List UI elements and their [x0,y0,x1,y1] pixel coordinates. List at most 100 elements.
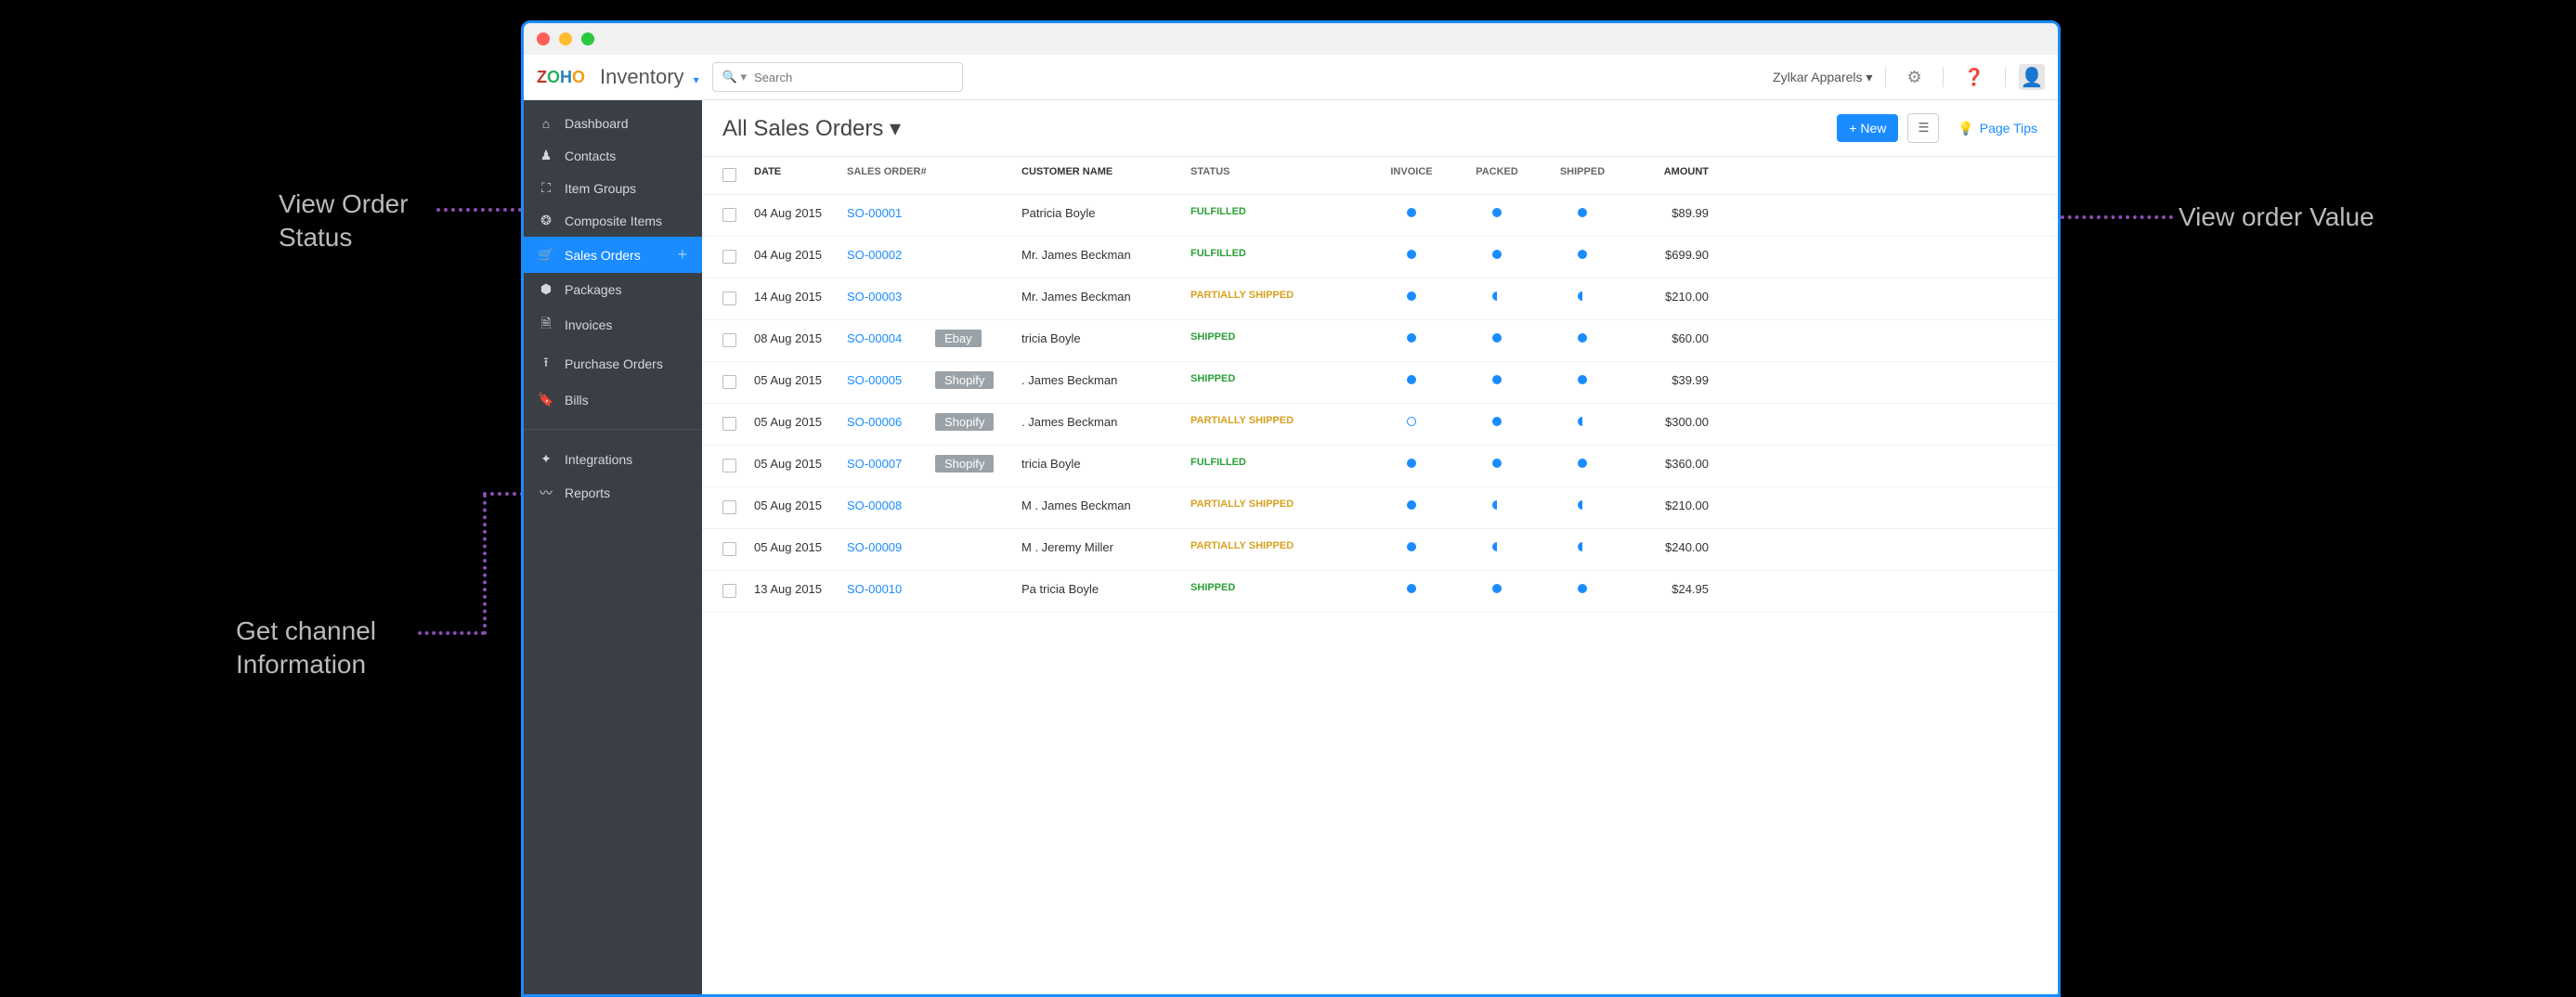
cell-date: 05 Aug 2015 [754,373,847,387]
row-checkbox[interactable] [722,208,736,222]
table-row[interactable]: 13 Aug 2015SO-00010Pa tricia BoyleSHIPPE… [702,571,2058,613]
so-link[interactable]: SO-00002 [847,248,902,262]
page-title[interactable]: All Sales Orders ▾ [722,115,901,142]
minimize-traffic-light[interactable] [559,32,572,45]
cell-packed [1454,248,1540,262]
sidebar-item-reports[interactable]: 〰Reports [524,475,702,511]
so-link[interactable]: SO-00005 [847,373,902,387]
row-checkbox[interactable] [722,333,736,347]
sidebar-item-invoices[interactable]: 🗎Invoices [524,305,702,344]
so-link[interactable]: SO-00009 [847,540,902,554]
maximize-traffic-light[interactable] [581,32,594,45]
sidebar-item-packages[interactable]: ⬢Packages [524,273,702,305]
new-button[interactable]: + New [1837,114,1898,142]
select-all-checkbox[interactable] [722,168,736,182]
sidebar-item-contacts[interactable]: ♟Contacts [524,139,702,172]
row-checkbox[interactable] [722,417,736,431]
so-link[interactable]: SO-00004 [847,331,902,345]
table-row[interactable]: 05 Aug 2015SO-00008M . James BeckmanPART… [702,487,2058,529]
callout-value: View order Value [2179,201,2374,234]
table-row[interactable]: 05 Aug 2015SO-00005 Shopify . James Beckma… [702,362,2058,404]
sidebar-item-composite-items[interactable]: ❂ Composite Items [524,204,702,237]
cell-customer: tricia Boyle [1021,331,1190,345]
sidebar-item-label: Purchase Orders [565,356,663,371]
cell-shipped [1540,206,1625,220]
col-amount[interactable]: AMOUNT [1625,166,1729,185]
col-shipped[interactable]: SHIPPED [1540,166,1625,185]
gear-icon[interactable]: ⚙ [1906,68,1921,87]
table-row[interactable]: 05 Aug 2015SO-00009M . Jeremy MillerPART… [702,529,2058,571]
callout-channel: Get channelInformation [236,615,376,682]
so-link[interactable]: SO-00006 [847,415,902,429]
cell-amount: $60.00 [1625,331,1729,345]
cell-customer: Patricia Boyle [1021,206,1190,220]
avatar[interactable]: 👤 [2019,64,2045,90]
sidebar-icon: ⭱ [539,353,553,375]
table-row[interactable]: 14 Aug 2015SO-00003Mr. James BeckmanPART… [702,278,2058,320]
org-switcher[interactable]: Zylkar Apparels ▾ [1773,70,1872,85]
col-status[interactable]: STATUS [1190,166,1369,185]
connector-channel-h1 [418,631,485,635]
sidebar-item-dashboard[interactable]: ⌂Dashboard [524,108,702,139]
channel-badge: Shopify [935,413,994,431]
sidebar-item-label: Contacts [565,149,616,163]
col-so[interactable]: SALES ORDER# [847,166,1021,185]
cell-amount: $89.99 [1625,206,1729,220]
plus-icon[interactable]: + [677,245,687,265]
sidebar-icon: ❂ [539,213,553,228]
brand-name[interactable]: Inventory ▾ [600,65,699,89]
col-date[interactable]: DATE [754,166,847,185]
so-link[interactable]: SO-00007 [847,457,902,471]
so-link[interactable]: SO-00008 [847,498,902,512]
cell-so: SO-00008 [847,498,1021,512]
col-invoice[interactable]: INVOICE [1369,166,1454,185]
cell-invoice [1369,373,1454,387]
page-tips-link[interactable]: 💡Page Tips [1958,121,2037,136]
sidebar-icon: ✦ [539,451,553,467]
cell-so: SO-00010 [847,582,1021,596]
row-checkbox[interactable] [722,375,736,389]
cell-amount: $300.00 [1625,415,1729,429]
so-link[interactable]: SO-00003 [847,290,902,304]
cell-date: 04 Aug 2015 [754,248,847,262]
col-packed[interactable]: PACKED [1454,166,1540,185]
row-checkbox[interactable] [722,291,736,305]
cell-so: SO-00002 [847,248,1021,262]
cell-date: 08 Aug 2015 [754,331,847,345]
row-checkbox[interactable] [722,584,736,598]
so-link[interactable]: SO-00001 [847,206,902,220]
sidebar-item-purchase-orders[interactable]: ⭱ Purchase Orders [524,344,702,383]
sidebar-item-sales-orders[interactable]: 🛒Sales Orders+ [524,237,702,273]
so-link[interactable]: SO-00010 [847,582,902,596]
cell-customer: . James Beckman [1021,373,1190,387]
table-row[interactable]: 08 Aug 2015SO-00004Ebaytricia BoyleSHIPP… [702,320,2058,362]
row-checkbox[interactable] [722,500,736,514]
search-input[interactable]: 🔍 ▾ [712,62,963,92]
cell-shipped [1540,290,1625,304]
row-checkbox[interactable] [722,459,736,473]
sidebar-item-label: Composite Items [565,214,662,228]
table-row[interactable]: 05 Aug 2015SO-00007Shopifytricia BoyleFU… [702,446,2058,487]
table-row[interactable]: 04 Aug 2015SO-00001Patricia BoyleFULFILL… [702,195,2058,237]
sidebar-icon: 〰 [539,484,553,502]
cell-status: PARTIALLY SHIPPED [1190,498,1369,510]
cell-date: 05 Aug 2015 [754,457,847,471]
list-view-button[interactable]: ☰ [1907,113,1939,143]
table-row[interactable]: 04 Aug 2015SO-00002Mr. James BeckmanFULF… [702,237,2058,278]
row-checkbox[interactable] [722,542,736,556]
channel-badge: Shopify [935,455,994,473]
sidebar-item-item-groups[interactable]: ⛶Item Groups [524,172,702,204]
channel-badge: Shopify [935,371,994,389]
cell-customer: Mr. James Beckman [1021,290,1190,304]
sidebar-item-bills[interactable]: 🔖Bills [524,383,702,416]
col-customer[interactable]: CUSTOMER NAME [1021,166,1190,185]
sidebar-item-integrations[interactable]: ✦Integrations [524,443,702,475]
table-row[interactable]: 05 Aug 2015SO-00006Shopify. James Beckma… [702,404,2058,446]
cell-amount: $240.00 [1625,540,1729,554]
cell-customer: Pa tricia Boyle [1021,582,1190,596]
cell-packed [1454,498,1540,512]
lightbulb-icon: 💡 [1958,121,1973,136]
row-checkbox[interactable] [722,250,736,264]
close-traffic-light[interactable] [537,32,550,45]
help-icon[interactable]: ❓ [1964,68,1984,87]
